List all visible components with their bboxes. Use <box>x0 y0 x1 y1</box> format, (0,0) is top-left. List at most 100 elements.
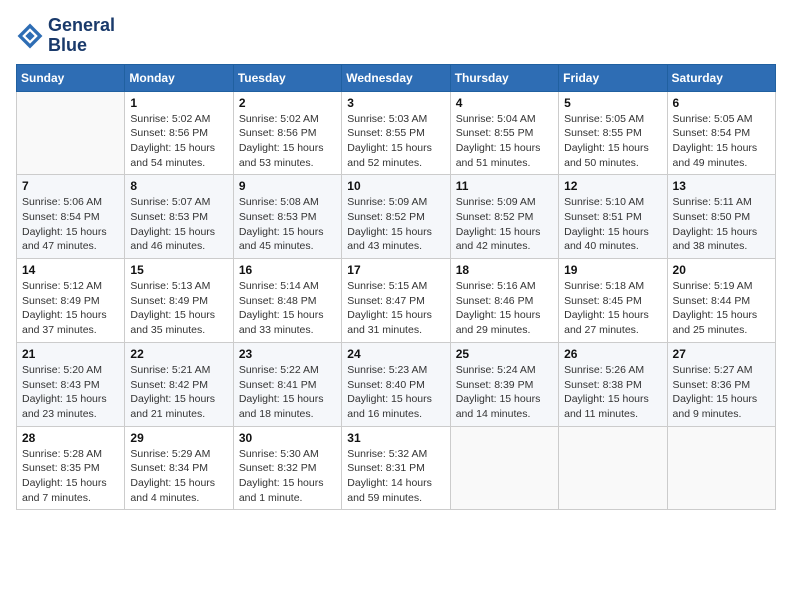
calendar-week-1: 1 Sunrise: 5:02 AM Sunset: 8:56 PM Daylig… <box>17 91 776 175</box>
calendar-cell: 6Sunrise: 5:05 AM Sunset: 8:54 PM Daylig… <box>667 91 775 175</box>
calendar-cell: 7 Sunrise: 5:06 AM Sunset: 8:54 PM Daylig… <box>17 175 125 259</box>
day-header-thursday: Thursday <box>450 64 558 91</box>
day-header-friday: Friday <box>559 64 667 91</box>
day-number: 13 <box>673 179 770 193</box>
calendar-cell: 10 Sunrise: 5:09 AM Sunset: 8:52 PM Dayli… <box>342 175 450 259</box>
day-number: 20 <box>673 263 770 277</box>
calendar-week-3: 14 Sunrise: 5:12 AM Sunset: 8:49 PM Dayli… <box>17 259 776 343</box>
day-info: Sunrise: 5:05 AM Sunset: 8:55 PM Dayligh… <box>564 112 661 171</box>
calendar-cell: 2Sunrise: 5:02 AM Sunset: 8:56 PM Daylig… <box>233 91 341 175</box>
calendar-cell: 16 Sunrise: 5:14 AM Sunset: 8:48 PM Dayli… <box>233 259 341 343</box>
calendar-cell: 11 Sunrise: 5:09 AM Sunset: 8:52 PM Dayli… <box>450 175 558 259</box>
day-info: Sunrise: 5:15 AM Sunset: 8:47 PM Dayligh… <box>347 279 444 338</box>
calendar-cell: 28 Sunrise: 5:28 AM Sunset: 8:35 PM Dayli… <box>17 426 125 510</box>
day-info: Sunrise: 5:22 AM Sunset: 8:41 PM Dayligh… <box>239 363 336 422</box>
day-info: Sunrise: 5:09 AM Sunset: 8:52 PM Dayligh… <box>456 195 553 254</box>
day-number: 25 <box>456 347 553 361</box>
calendar-table: SundayMondayTuesdayWednesdayThursdayFrid… <box>16 64 776 511</box>
day-number: 1 <box>130 96 227 110</box>
day-info: Sunrise: 5:19 AM Sunset: 8:44 PM Dayligh… <box>673 279 770 338</box>
calendar-cell <box>559 426 667 510</box>
day-info: Sunrise: 5:09 AM Sunset: 8:52 PM Dayligh… <box>347 195 444 254</box>
calendar-cell: 21 Sunrise: 5:20 AM Sunset: 8:43 PM Dayli… <box>17 342 125 426</box>
calendar-cell: 26Sunrise: 5:26 AM Sunset: 8:38 PM Dayli… <box>559 342 667 426</box>
day-info: Sunrise: 5:08 AM Sunset: 8:53 PM Dayligh… <box>239 195 336 254</box>
calendar-cell: 23 Sunrise: 5:22 AM Sunset: 8:41 PM Dayli… <box>233 342 341 426</box>
day-number: 6 <box>673 96 770 110</box>
calendar-cell: 20 Sunrise: 5:19 AM Sunset: 8:44 PM Dayli… <box>667 259 775 343</box>
logo-icon <box>16 22 44 50</box>
day-number: 12 <box>564 179 661 193</box>
day-number: 16 <box>239 263 336 277</box>
day-number: 27 <box>673 347 770 361</box>
calendar-cell: 4 Sunrise: 5:04 AM Sunset: 8:55 PM Daylig… <box>450 91 558 175</box>
calendar-cell: 1 Sunrise: 5:02 AM Sunset: 8:56 PM Daylig… <box>125 91 233 175</box>
calendar-cell: 18Sunrise: 5:16 AM Sunset: 8:46 PM Dayli… <box>450 259 558 343</box>
calendar-cell: 12Sunrise: 5:10 AM Sunset: 8:51 PM Dayli… <box>559 175 667 259</box>
calendar-week-5: 28 Sunrise: 5:28 AM Sunset: 8:35 PM Dayli… <box>17 426 776 510</box>
day-info: Sunrise: 5:24 AM Sunset: 8:39 PM Dayligh… <box>456 363 553 422</box>
day-info: Sunrise: 5:18 AM Sunset: 8:45 PM Dayligh… <box>564 279 661 338</box>
day-number: 3 <box>347 96 444 110</box>
calendar-cell: 8Sunrise: 5:07 AM Sunset: 8:53 PM Daylig… <box>125 175 233 259</box>
day-info: Sunrise: 5:11 AM Sunset: 8:50 PM Dayligh… <box>673 195 770 254</box>
day-info: Sunrise: 5:13 AM Sunset: 8:49 PM Dayligh… <box>130 279 227 338</box>
day-number: 9 <box>239 179 336 193</box>
calendar-cell <box>17 91 125 175</box>
calendar-cell: 17 Sunrise: 5:15 AM Sunset: 8:47 PM Dayli… <box>342 259 450 343</box>
day-info: Sunrise: 5:21 AM Sunset: 8:42 PM Dayligh… <box>130 363 227 422</box>
day-number: 21 <box>22 347 119 361</box>
day-info: Sunrise: 5:28 AM Sunset: 8:35 PM Dayligh… <box>22 447 119 506</box>
day-number: 17 <box>347 263 444 277</box>
day-info: Sunrise: 5:27 AM Sunset: 8:36 PM Dayligh… <box>673 363 770 422</box>
calendar-cell: 31 Sunrise: 5:32 AM Sunset: 8:31 PM Dayli… <box>342 426 450 510</box>
day-header-sunday: Sunday <box>17 64 125 91</box>
day-number: 30 <box>239 431 336 445</box>
day-info: Sunrise: 5:32 AM Sunset: 8:31 PM Dayligh… <box>347 447 444 506</box>
day-header-monday: Monday <box>125 64 233 91</box>
day-header-saturday: Saturday <box>667 64 775 91</box>
calendar-week-2: 7 Sunrise: 5:06 AM Sunset: 8:54 PM Daylig… <box>17 175 776 259</box>
day-info: Sunrise: 5:04 AM Sunset: 8:55 PM Dayligh… <box>456 112 553 171</box>
day-info: Sunrise: 5:06 AM Sunset: 8:54 PM Dayligh… <box>22 195 119 254</box>
day-number: 28 <box>22 431 119 445</box>
day-info: Sunrise: 5:14 AM Sunset: 8:48 PM Dayligh… <box>239 279 336 338</box>
calendar-cell: 3 Sunrise: 5:03 AM Sunset: 8:55 PM Daylig… <box>342 91 450 175</box>
calendar-cell: 30 Sunrise: 5:30 AM Sunset: 8:32 PM Dayli… <box>233 426 341 510</box>
logo: General Blue <box>16 16 115 56</box>
day-info: Sunrise: 5:29 AM Sunset: 8:34 PM Dayligh… <box>130 447 227 506</box>
day-info: Sunrise: 5:02 AM Sunset: 8:56 PM Dayligh… <box>239 112 336 171</box>
day-info: Sunrise: 5:23 AM Sunset: 8:40 PM Dayligh… <box>347 363 444 422</box>
day-number: 31 <box>347 431 444 445</box>
calendar-cell: 9 Sunrise: 5:08 AM Sunset: 8:53 PM Daylig… <box>233 175 341 259</box>
calendar-cell: 5Sunrise: 5:05 AM Sunset: 8:55 PM Daylig… <box>559 91 667 175</box>
calendar-cell <box>450 426 558 510</box>
day-number: 29 <box>130 431 227 445</box>
calendar-cell: 27 Sunrise: 5:27 AM Sunset: 8:36 PM Dayli… <box>667 342 775 426</box>
calendar-cell: 29 Sunrise: 5:29 AM Sunset: 8:34 PM Dayli… <box>125 426 233 510</box>
calendar-cell: 24Sunrise: 5:23 AM Sunset: 8:40 PM Dayli… <box>342 342 450 426</box>
day-number: 15 <box>130 263 227 277</box>
logo-text: General Blue <box>48 16 115 56</box>
calendar-week-4: 21 Sunrise: 5:20 AM Sunset: 8:43 PM Dayli… <box>17 342 776 426</box>
day-info: Sunrise: 5:16 AM Sunset: 8:46 PM Dayligh… <box>456 279 553 338</box>
calendar-cell: 25 Sunrise: 5:24 AM Sunset: 8:39 PM Dayli… <box>450 342 558 426</box>
day-number: 4 <box>456 96 553 110</box>
day-info: Sunrise: 5:12 AM Sunset: 8:49 PM Dayligh… <box>22 279 119 338</box>
day-info: Sunrise: 5:30 AM Sunset: 8:32 PM Dayligh… <box>239 447 336 506</box>
day-header-wednesday: Wednesday <box>342 64 450 91</box>
day-number: 23 <box>239 347 336 361</box>
day-number: 10 <box>347 179 444 193</box>
day-info: Sunrise: 5:02 AM Sunset: 8:56 PM Dayligh… <box>130 112 227 171</box>
day-number: 14 <box>22 263 119 277</box>
calendar-cell: 19 Sunrise: 5:18 AM Sunset: 8:45 PM Dayli… <box>559 259 667 343</box>
day-number: 22 <box>130 347 227 361</box>
day-number: 7 <box>22 179 119 193</box>
day-info: Sunrise: 5:03 AM Sunset: 8:55 PM Dayligh… <box>347 112 444 171</box>
day-number: 8 <box>130 179 227 193</box>
calendar-cell: 14 Sunrise: 5:12 AM Sunset: 8:49 PM Dayli… <box>17 259 125 343</box>
day-number: 19 <box>564 263 661 277</box>
day-number: 11 <box>456 179 553 193</box>
day-info: Sunrise: 5:20 AM Sunset: 8:43 PM Dayligh… <box>22 363 119 422</box>
calendar-cell: 15 Sunrise: 5:13 AM Sunset: 8:49 PM Dayli… <box>125 259 233 343</box>
